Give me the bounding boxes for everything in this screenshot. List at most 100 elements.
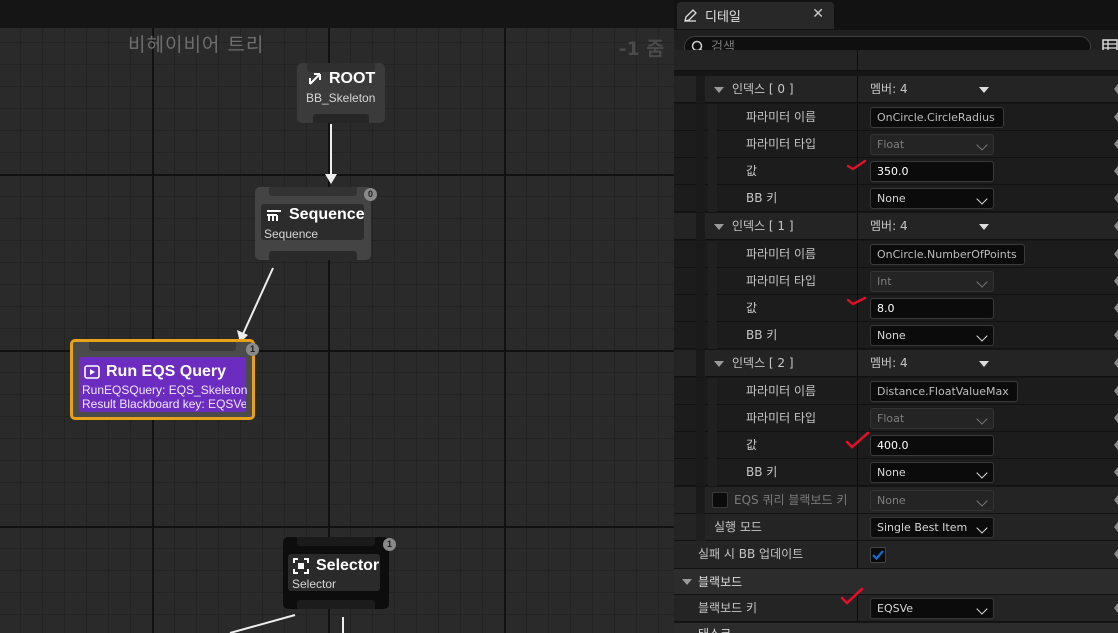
chevron-down-icon[interactable] <box>979 87 989 93</box>
wire-selector-child-left <box>229 614 296 633</box>
reset-arrow-icon[interactable] <box>1114 350 1118 377</box>
sequence-title: Sequence <box>289 206 365 223</box>
run-eqs-title-row: Run EQS Query <box>84 363 226 381</box>
param-type-value: Float <box>877 412 905 425</box>
reset-arrow-icon[interactable] <box>1114 76 1118 103</box>
reset-arrow-icon[interactable] <box>1114 322 1118 349</box>
run-eqs-query-line: RunEQSQuery: EQS_Skeleton <box>82 383 248 397</box>
reset-arrow-icon[interactable] <box>1114 185 1118 212</box>
indent-bar <box>696 295 705 322</box>
reset-arrow-icon[interactable] <box>1114 541 1118 568</box>
param-bbkey-label: BB 키 <box>746 191 778 205</box>
reset-arrow-icon[interactable] <box>1114 432 1118 459</box>
tab-details-label: 디테일 <box>705 10 741 25</box>
root-node[interactable]: ROOT BB_Skeleton <box>297 63 385 123</box>
node-bottom-pin[interactable] <box>269 251 357 260</box>
indent-bar <box>708 104 717 131</box>
indent-bar <box>708 295 717 322</box>
param-name-field[interactable]: OnCircle.NumberOfPoints <box>870 244 1025 265</box>
param-name-label: 파라미터 이름 <box>746 247 817 261</box>
reset-arrow-icon[interactable] <box>1114 158 1118 185</box>
param-bbkey-dropdown[interactable]: None <box>870 325 994 346</box>
param-bbkey-value: None <box>877 192 906 205</box>
reset-arrow-icon[interactable] <box>1114 487 1118 514</box>
reset-arrow-icon[interactable] <box>1114 378 1118 405</box>
param-value-field[interactable]: 350.0 <box>870 161 994 182</box>
reset-arrow-icon[interactable] <box>1114 459 1118 486</box>
param-value-field[interactable]: 400.0 <box>870 435 994 456</box>
selector-subtitle: Selector <box>292 577 337 591</box>
reset-arrow-icon[interactable] <box>1114 104 1118 131</box>
selector-icon <box>293 558 309 574</box>
param-name-row: 파라미터 이름 OnCircle.NumberOfPoints <box>674 241 1118 268</box>
selector-title: Selector <box>316 557 380 574</box>
behavior-tree-graph[interactable]: 비헤이비어 트리 -1 줌 ROOT BB_Skeleton Sequence … <box>0 0 674 633</box>
sequence-icon <box>267 210 281 221</box>
selector-node[interactable]: Selector Selector <box>283 537 389 609</box>
column-divider <box>857 541 858 568</box>
param-name-field[interactable]: OnCircle.CircleRadius <box>870 107 1004 128</box>
param-index-row[interactable]: 인덱스 [ 0 ] 멤버: 4 <box>674 76 1118 103</box>
run-mode-row: 실행 모드 Single Best Item <box>674 514 1118 541</box>
param-name-label: 파라미터 이름 <box>746 110 817 124</box>
reset-arrow-icon[interactable] <box>1114 405 1118 432</box>
run-mode-dropdown[interactable]: Single Best Item <box>870 517 994 538</box>
reset-arrow-icon[interactable] <box>1114 595 1118 622</box>
chevron-down-icon <box>976 193 988 205</box>
chevron-down-icon[interactable] <box>979 361 989 367</box>
node-bottom-pin[interactable] <box>313 114 369 123</box>
param-name-label: 파라미터 이름 <box>746 384 817 398</box>
root-subtitle: BB_Skeleton <box>306 91 376 105</box>
run-eqs-bbkey-line: Result Blackboard key: EQSVe <box>82 397 246 411</box>
task-section-title: 태스크 <box>698 623 731 633</box>
reset-arrow-icon[interactable] <box>1114 295 1118 322</box>
param-type-dropdown: Float <box>870 408 994 429</box>
param-value-row: 값 350.0 <box>674 158 1118 185</box>
reset-arrow-icon[interactable] <box>1114 241 1118 268</box>
expand-caret-icon[interactable] <box>714 224 724 230</box>
param-index-row[interactable]: 인덱스 [ 1 ] 멤버: 4 <box>674 213 1118 240</box>
tab-details[interactable]: 디테일 ✕ <box>677 2 834 29</box>
reset-arrow-icon[interactable] <box>1114 514 1118 541</box>
blackboard-key-dropdown[interactable]: EQSVe <box>870 598 994 619</box>
param-bbkey-dropdown[interactable]: None <box>870 188 994 209</box>
reset-arrow-icon[interactable] <box>1114 213 1118 240</box>
wire-arrowhead <box>325 174 337 184</box>
eqs-bbkey-checkbox[interactable] <box>712 492 728 508</box>
expand-caret-icon[interactable] <box>682 579 692 585</box>
node-bottom-pin[interactable] <box>297 600 375 609</box>
param-value-field[interactable]: 8.0 <box>870 298 994 319</box>
column-divider <box>857 213 858 240</box>
indent-bar <box>696 213 705 240</box>
eqs-bbkey-dropdown: None <box>870 490 994 511</box>
selector-title-row: Selector <box>292 557 379 575</box>
indent-bar <box>696 241 705 268</box>
indent-bar <box>696 350 705 377</box>
run-eqs-query-node[interactable]: Run EQS Query RunEQSQuery: EQS_Skeleton … <box>70 339 255 420</box>
pencil-icon <box>684 8 697 22</box>
update-bb-on-fail-checkbox[interactable] <box>870 547 886 563</box>
expand-caret-icon[interactable] <box>714 87 724 93</box>
reset-arrow-icon[interactable] <box>1114 131 1118 158</box>
param-type-label: 파라미터 타입 <box>746 274 817 288</box>
sequence-title-row: Sequence <box>265 206 365 224</box>
indent-bar <box>696 104 705 131</box>
sequence-node[interactable]: Sequence Sequence <box>255 187 371 260</box>
task-section-header[interactable]: 태스크 <box>674 623 1118 633</box>
indent-bar <box>708 432 717 459</box>
indent-bar <box>708 378 717 405</box>
indent-bar <box>708 459 717 486</box>
param-name-field[interactable]: Distance.FloatValueMax <box>870 381 1018 402</box>
indent-bar <box>708 158 717 185</box>
reset-arrow-icon[interactable] <box>1114 268 1118 295</box>
indent-bar <box>696 459 705 486</box>
param-bbkey-dropdown[interactable]: None <box>870 462 994 483</box>
blackboard-section-header[interactable]: 블랙보드 <box>674 569 1118 595</box>
expand-caret-icon[interactable] <box>714 361 724 367</box>
param-index-row[interactable]: 인덱스 [ 2 ] 멤버: 4 <box>674 350 1118 377</box>
details-tabbar: 디테일 ✕ <box>674 0 1118 30</box>
chevron-down-icon[interactable] <box>979 224 989 230</box>
indent-bar <box>696 405 705 432</box>
close-icon[interactable]: ✕ <box>812 6 824 22</box>
param-type-label: 파라미터 타입 <box>746 137 817 151</box>
